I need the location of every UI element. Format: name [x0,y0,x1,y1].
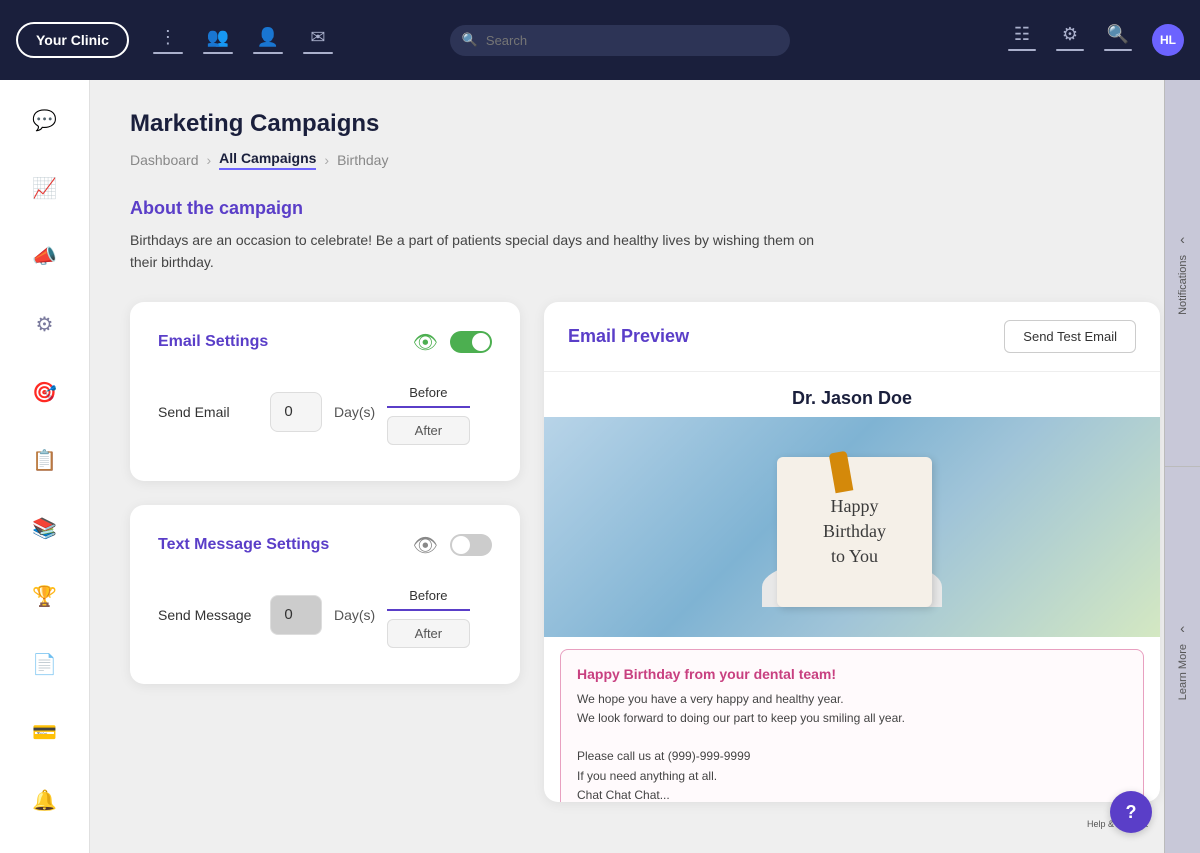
search-icon: 🔍 [462,32,478,48]
text-day-input[interactable] [270,595,322,635]
breadcrumb-birthday[interactable]: Birthday [337,152,388,168]
nav-icon-contact[interactable]: 👤 [253,27,283,54]
sidebar-icon-target[interactable]: 🎯 [25,372,65,412]
birthday-text: HappyBirthdayto You [823,494,886,570]
sidebar-icon-megaphone[interactable]: 📣 [25,236,65,276]
message-line-6: Chat Chat Chat... [577,788,670,802]
breadcrumb-dashboard[interactable]: Dashboard [130,152,199,168]
text-settings-title: Text Message Settings [158,536,329,554]
nav-icon-mail[interactable]: ✉ [303,27,333,54]
email-day-input[interactable] [270,392,322,432]
right-nav-icons: ☷ ⚙ 🔍 HL [1008,24,1184,56]
search-input[interactable] [450,25,790,56]
gear-icon[interactable]: ⚙ [1056,24,1084,56]
learn-more-label: Learn More [1177,644,1189,700]
email-toggle[interactable] [450,331,492,353]
breadcrumb-separator-2: › [324,152,329,168]
sidebar-icon-card[interactable]: 📄 [25,644,65,684]
left-column: Email Settings 👁 Send Email Day(s) [130,302,520,802]
preview-header: Email Preview Send Test Email [544,302,1160,372]
email-settings-icons: 👁 [413,330,492,355]
preview-message-box: Happy Birthday from your dental team! We… [560,649,1144,802]
card-paper: HappyBirthdayto You [777,457,932,607]
preview-message-title: Happy Birthday from your dental team! [577,666,1127,682]
email-before-after: Before After [387,379,469,445]
avatar[interactable]: HL [1152,24,1184,56]
sidebar-icon-credit[interactable]: 💳 [25,712,65,752]
preview-message-body: We hope you have a very happy and health… [577,690,1127,802]
page-title: Marketing Campaigns [130,110,1160,138]
top-navigation: Your Clinic ⋮ 👥 👤 ✉ 🔍 ☷ ⚙ [0,0,1200,80]
email-send-label: Send Email [158,404,258,420]
breadcrumb: Dashboard › All Campaigns › Birthday [130,150,1160,170]
sidebar-icon-settings[interactable]: ⚙ [25,304,65,344]
text-before-after: Before After [387,582,469,648]
sidebar-icon-facebook[interactable]: 📚 [25,508,65,548]
notifications-panel[interactable]: ‹ Notifications [1164,80,1200,466]
message-line-1: We hope you have a very happy and health… [577,692,844,706]
text-days-label: Day(s) [334,607,375,623]
search-right-icon[interactable]: 🔍 [1104,24,1132,56]
side-panels: ‹ Notifications ‹ Learn More [1164,80,1200,853]
text-toggle[interactable] [450,534,492,556]
sidebar-icon-chat[interactable]: 💬 [25,100,65,140]
text-after-button[interactable]: After [387,619,469,648]
nav-icon-grid[interactable]: ⋮ [153,27,183,54]
campaign-description: Birthdays are an occasion to celebrate! … [130,229,830,274]
email-preview-panel: Email Preview Send Test Email Dr. Jason … [544,302,1160,802]
learn-more-chevron-icon: ‹ [1180,620,1185,636]
nav-icon-users[interactable]: 👥 [203,27,233,54]
preview-title: Email Preview [568,326,689,347]
nav-icon-group: ⋮ 👥 👤 ✉ [153,27,333,54]
sidebar-icon-clipboard[interactable]: 📋 [25,440,65,480]
sidebar-icon-bell[interactable]: 🔔 [25,780,65,820]
search-bar: 🔍 [450,25,790,56]
preview-body: Dr. Jason Doe HappyBirthdayto You [544,372,1160,802]
notifications-chevron-icon: ‹ [1180,231,1185,247]
message-line-5: If you need anything at all. [577,769,717,783]
two-col-layout: Email Settings 👁 Send Email Day(s) [130,302,1160,802]
doctor-name: Dr. Jason Doe [544,372,1160,417]
breadcrumb-all-campaigns[interactable]: All Campaigns [219,150,316,170]
breadcrumb-separator-1: › [207,152,212,168]
email-visibility-icon[interactable]: 👁 [413,330,438,355]
email-after-button[interactable]: After [387,416,469,445]
text-settings-icons: 👁 [413,533,492,558]
list-icon[interactable]: ☷ [1008,24,1036,56]
email-settings-title: Email Settings [158,333,268,351]
layout: 💬 📈 📣 ⚙ 🎯 📋 📚 🏆 📄 💳 🔔 Marketing Campaign… [0,80,1200,853]
sidebar-icon-chart[interactable]: 📈 [25,168,65,208]
text-settings-header: Text Message Settings 👁 [158,533,492,558]
send-test-email-button[interactable]: Send Test Email [1004,320,1136,353]
text-visibility-icon[interactable]: 👁 [413,533,438,558]
email-send-row: Send Email Day(s) Before After [158,379,492,445]
learn-more-panel[interactable]: ‹ Learn More [1164,466,1200,853]
main-content: Marketing Campaigns Dashboard › All Camp… [90,80,1200,853]
text-settings-card: Text Message Settings 👁 Send Message Day… [130,505,520,684]
notifications-label: Notifications [1177,255,1189,315]
text-before-button[interactable]: Before [387,582,469,611]
email-toggle-knob [472,333,490,351]
birthday-image: HappyBirthdayto You [544,417,1160,637]
email-before-button[interactable]: Before [387,379,469,408]
email-days-label: Day(s) [334,404,375,420]
message-line-2: We look forward to doing our part to kee… [577,711,905,725]
email-settings-card: Email Settings 👁 Send Email Day(s) [130,302,520,481]
birthday-card-visual: HappyBirthdayto You [762,447,942,607]
sidebar-icon-trophy[interactable]: 🏆 [25,576,65,616]
sidebar: 💬 📈 📣 ⚙ 🎯 📋 📚 🏆 📄 💳 🔔 [0,80,90,853]
campaign-section-title: About the campaign [130,198,1160,219]
clinic-button[interactable]: Your Clinic [16,22,129,58]
help-button[interactable]: ? [1110,791,1152,833]
text-send-row: Send Message Day(s) Before After [158,582,492,648]
email-settings-header: Email Settings 👁 [158,330,492,355]
text-toggle-knob [452,536,470,554]
help-section: ? Help & Support [1087,815,1148,829]
message-line-4: Please call us at (999)-999-9999 [577,749,750,763]
text-send-label: Send Message [158,607,258,623]
